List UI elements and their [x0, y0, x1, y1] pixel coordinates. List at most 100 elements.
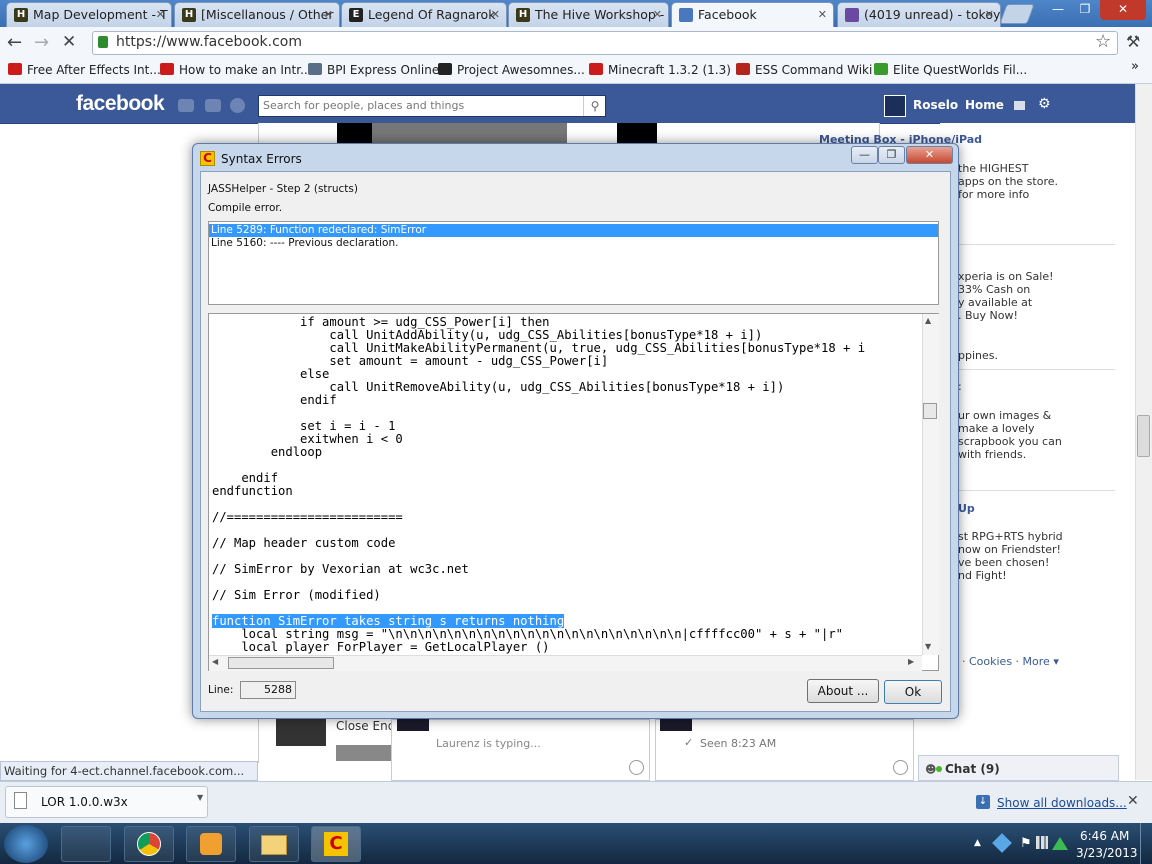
download-menu-chevron-icon[interactable]: ▼: [197, 793, 203, 802]
page-scrollbar-thumb[interactable]: [1137, 415, 1150, 457]
taskbar-explorer-icon[interactable]: [249, 826, 299, 862]
clock-date[interactable]: 3/23/2013: [1076, 846, 1138, 860]
scroll-left-arrow-icon[interactable]: ◀: [212, 657, 218, 666]
more-bookmarks-button[interactable]: »: [1131, 59, 1139, 74]
dialog-maximize-button[interactable]: ❐: [878, 146, 905, 164]
tab-3[interactable]: H The Hive Workshop - ✕: [508, 2, 669, 27]
bookmark-item[interactable]: Elite QuestWorlds Fil...: [874, 63, 1027, 77]
sponsored-link[interactable]: Up: [958, 502, 975, 515]
tab-0[interactable]: H Map Development - T ✕: [6, 2, 172, 27]
dialog-close-button[interactable]: ✕: [906, 146, 953, 164]
taskbar-jasshelper-icon[interactable]: C: [311, 826, 361, 862]
notifications-icon[interactable]: [230, 98, 245, 113]
close-friends-label[interactable]: Close Eno: [336, 719, 395, 733]
friend-requests-icon[interactable]: [178, 99, 194, 112]
code-hscroll-thumb[interactable]: [228, 657, 334, 669]
bookmark-star-icon[interactable]: ☆: [1095, 31, 1111, 52]
code-line[interactable]: // Map header custom code: [212, 536, 395, 550]
tab-close-icon[interactable]: ✕: [653, 3, 662, 26]
drive-icon[interactable]: [1052, 837, 1068, 850]
code-line[interactable]: endif: [212, 393, 337, 407]
code-viewer[interactable]: if amount >= udg_CSS_Power[i] then call …: [208, 313, 939, 671]
network-icon[interactable]: [1036, 836, 1048, 849]
tray-arrow-icon[interactable]: ▲: [974, 838, 981, 848]
code-line[interactable]: call UnitRemoveAbility(u, udg_CSS_Abilit…: [212, 380, 784, 394]
forward-icon[interactable]: →: [34, 32, 49, 53]
bookmark-item[interactable]: ESS Command Wiki: [736, 63, 872, 77]
code-vertical-scrollbar[interactable]: [922, 314, 939, 655]
wrench-icon[interactable]: ⚒: [1126, 32, 1140, 51]
close-shelf-icon[interactable]: ✕: [1127, 793, 1139, 809]
chat-window-second[interactable]: [655, 719, 914, 781]
tab-close-icon[interactable]: ✕: [324, 3, 333, 26]
show-all-downloads-link[interactable]: Show all downloads...: [997, 796, 1127, 810]
code-text[interactable]: if amount >= udg_CSS_Power[i] then call …: [212, 316, 865, 654]
emoticon-icon[interactable]: [893, 760, 908, 775]
ok-button[interactable]: Ok: [884, 680, 942, 704]
bookmark-item[interactable]: Free After Effects Int...: [8, 63, 161, 77]
code-line-highlighted[interactable]: function SimError takes string s returns…: [212, 614, 565, 628]
taskbar-media-icon[interactable]: [186, 826, 236, 862]
scroll-right-arrow-icon[interactable]: ▶: [908, 657, 914, 666]
tab-close-icon[interactable]: ✕: [985, 3, 994, 26]
about-button[interactable]: About ...: [807, 679, 879, 703]
tab-4[interactable]: Facebook ✕: [671, 2, 834, 27]
code-line[interactable]: set amount = amount - udg_CSS_Power[i]: [212, 354, 608, 368]
code-line[interactable]: // Sim Error (modified): [212, 588, 381, 602]
back-icon[interactable]: ←: [7, 32, 22, 53]
gear-icon[interactable]: ⚙: [1038, 96, 1051, 112]
taskbar-chrome-icon[interactable]: [124, 826, 174, 862]
tab-close-icon[interactable]: ✕: [818, 3, 827, 26]
tab-close-icon[interactable]: ✕: [491, 3, 500, 26]
bookmark-item[interactable]: BPI Express Online: [308, 63, 439, 77]
download-filename[interactable]: LOR 1.0.0.w3x: [41, 795, 128, 809]
start-button[interactable]: [4, 825, 48, 863]
code-line[interactable]: //========================: [212, 510, 403, 524]
home-link[interactable]: Home: [965, 98, 1004, 112]
tab-5[interactable]: (4019 unread) - tokoy ✕: [837, 2, 1001, 27]
tab-1[interactable]: H [Miscellanous / Other ✕: [174, 2, 340, 27]
code-line[interactable]: local string msg = "\n\n\n\n\n\n\n\n\n\n…: [212, 627, 843, 641]
code-line[interactable]: if amount >= udg_CSS_Power[i] then: [212, 315, 549, 329]
code-line[interactable]: else: [212, 367, 329, 381]
code-scroll-thumb[interactable]: [923, 403, 937, 419]
scroll-up-arrow-icon[interactable]: ▲: [925, 316, 931, 325]
profile-link[interactable]: Roselo: [913, 98, 958, 112]
scroll-down-arrow-icon[interactable]: ▼: [925, 642, 931, 651]
code-line[interactable]: call UnitMakeAbilityPermanent(u, true, u…: [212, 341, 865, 355]
show-desktop-button[interactable]: [1140, 823, 1152, 864]
tab-2[interactable]: E Legend Of Ragnarok ✕: [341, 2, 507, 27]
privacy-icon[interactable]: [1014, 101, 1025, 110]
code-line[interactable]: endloop: [212, 445, 322, 459]
search-icon[interactable]: ⚲: [583, 96, 606, 116]
maximize-button[interactable]: ❐: [1072, 0, 1098, 20]
emoticon-icon[interactable]: [629, 760, 644, 775]
code-line[interactable]: endfunction: [212, 484, 293, 498]
tab-close-icon[interactable]: ✕: [156, 3, 165, 26]
clock-time[interactable]: 6:46 AM: [1080, 829, 1129, 843]
bookmark-item[interactable]: Minecraft 1.3.2 (1.3) ...: [589, 63, 746, 77]
stop-icon[interactable]: ✕: [62, 32, 76, 52]
error-item-selected[interactable]: Line 5289: Function redeclared: SimError: [211, 224, 426, 236]
code-line[interactable]: call UnitAddAbility(u, udg_CSS_Abilities…: [212, 328, 762, 342]
bookmark-item[interactable]: How to make an Intr...: [160, 63, 312, 77]
flag-icon[interactable]: ⚑: [1020, 836, 1032, 851]
dialog-minimize-button[interactable]: —: [851, 146, 878, 164]
chat-window-laurenz[interactable]: [391, 719, 650, 781]
facebook-logo[interactable]: facebook: [76, 92, 165, 116]
error-item[interactable]: Line 5160: ---- Previous declaration.: [211, 237, 398, 249]
close-window-button[interactable]: ✕: [1100, 0, 1146, 20]
code-line[interactable]: local player ForPlayer = GetLocalPlayer …: [212, 640, 549, 654]
bookmark-item[interactable]: Project Awesomnes...: [438, 63, 585, 77]
taskbar-editor-icon[interactable]: [61, 826, 111, 862]
messages-icon[interactable]: [205, 99, 221, 112]
minimize-button[interactable]: —: [1045, 0, 1071, 20]
code-line[interactable]: endif: [212, 471, 278, 485]
code-line[interactable]: // SimError by Vexorian at wc3c.net: [212, 562, 469, 576]
line-number-field[interactable]: 5288: [240, 681, 296, 699]
bookmark-label: Elite QuestWorlds Fil...: [893, 63, 1028, 77]
footer-links[interactable]: · Cookies · More ▾: [962, 655, 1059, 668]
code-line[interactable]: exitwhen i < 0: [212, 432, 403, 446]
code-line[interactable]: set i = i - 1: [212, 419, 395, 433]
avatar[interactable]: [884, 95, 906, 117]
